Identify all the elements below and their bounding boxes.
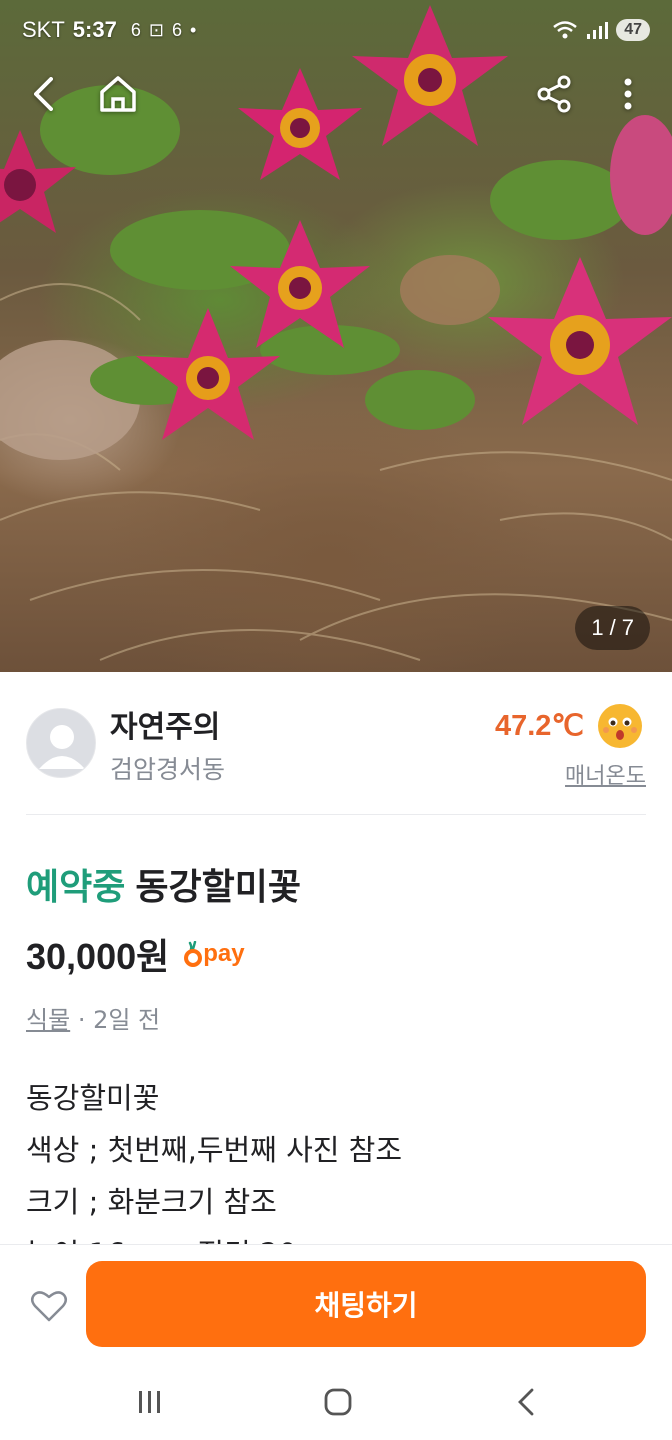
- seller-name: 자연주의: [110, 710, 221, 745]
- system-navigation-bar: [0, 1362, 672, 1440]
- signal-icon: [587, 22, 609, 39]
- home-button[interactable]: [92, 68, 144, 120]
- description-line: 동강할미꽃: [26, 1081, 160, 1115]
- heart-icon: [31, 1291, 67, 1322]
- share-button[interactable]: [528, 68, 580, 120]
- category-link[interactable]: 식물: [26, 1006, 70, 1034]
- notification-icon: 6: [171, 19, 182, 40]
- description-line: 크기 ; 화분크기 참조: [26, 1185, 277, 1219]
- top-navigation: [0, 64, 672, 124]
- manner-face-icon: [598, 704, 642, 748]
- product-title-text: 동강할미꽃: [135, 867, 301, 908]
- more-button[interactable]: [602, 68, 654, 120]
- bottom-action-bar: 채팅하기: [0, 1244, 672, 1362]
- divider: [26, 814, 646, 815]
- pay-badge: pay: [183, 940, 245, 968]
- share-icon: [537, 75, 571, 113]
- home-icon: [100, 76, 136, 112]
- notification-icons: 6 ⊡ 6 •: [131, 20, 196, 41]
- pay-label: pay: [203, 940, 245, 967]
- system-home-button[interactable]: [318, 1382, 358, 1422]
- notification-icon: 6: [130, 19, 141, 40]
- photo-counter-separator: /: [609, 615, 616, 640]
- description-line: 색상 ; 첫번째,두번째 사진 참조: [26, 1133, 403, 1167]
- wifi-icon: [553, 21, 577, 39]
- seller-profile[interactable]: 자연주의 검암경서동 47.2℃ 매너온도: [0, 672, 672, 816]
- posted-time: · 2일 전: [77, 1006, 161, 1034]
- screenshot-icon: ⊡: [148, 19, 164, 40]
- price-row: 30,000원 pay: [26, 928, 245, 980]
- home-circle-icon: [324, 1388, 352, 1416]
- chat-button[interactable]: 채팅하기: [86, 1261, 646, 1347]
- system-back-icon: [518, 1388, 534, 1416]
- photo-counter: 1 / 7: [575, 606, 650, 650]
- system-back-button[interactable]: [506, 1382, 546, 1422]
- seller-location: 검암경서동: [110, 755, 226, 784]
- manner-temperature-link[interactable]: 매너온도: [565, 758, 646, 790]
- more-icon: [624, 78, 632, 110]
- battery-indicator: 47: [616, 19, 650, 41]
- product-price: 30,000원: [26, 936, 170, 977]
- avatar[interactable]: [26, 708, 96, 778]
- photo-counter-current: 1: [591, 615, 604, 640]
- default-avatar-icon: [39, 725, 85, 769]
- back-button[interactable]: [18, 68, 70, 120]
- recent-apps-icon: [139, 1391, 160, 1413]
- recent-apps-button[interactable]: [130, 1382, 170, 1422]
- like-button[interactable]: [24, 1281, 74, 1331]
- clock: 5:37: [72, 17, 117, 42]
- product-photo[interactable]: SKT 5:37 6 ⊡ 6 • 47 1 / 7: [0, 0, 672, 672]
- reserved-badge: 예약중: [26, 867, 126, 908]
- back-icon: [34, 77, 53, 111]
- carrier-label: SKT: [22, 17, 65, 42]
- manner-temperature: 47.2℃: [494, 710, 584, 742]
- photo-counter-total: 7: [621, 615, 634, 640]
- product-meta: 식물 · 2일 전: [26, 1000, 160, 1035]
- product-title: 예약중 동강할미꽃: [26, 858, 301, 910]
- status-bar: SKT 5:37 6 ⊡ 6 • 47: [0, 0, 672, 60]
- carrot-icon: [184, 941, 203, 967]
- dot-icon: •: [189, 19, 197, 40]
